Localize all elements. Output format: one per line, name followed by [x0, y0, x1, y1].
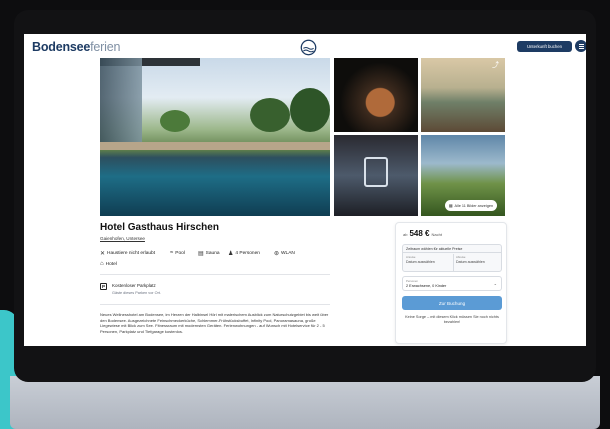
guests-label: Personen	[406, 279, 418, 283]
parking-title: Kostenloser Parkplatz	[112, 283, 156, 288]
grid-icon: ▦	[448, 204, 453, 208]
hotel-title: Hotel Gasthaus Hirschen	[100, 222, 219, 233]
feature-label: Pool	[175, 250, 185, 256]
hotel-location-link[interactable]: Gaienhofen, Untersee	[100, 236, 145, 241]
hotel-icon: ⌂	[100, 261, 104, 267]
feature-item: ✕ Haustiere nicht erlaubt	[100, 250, 155, 257]
departure-value: Datum auswählen	[456, 260, 485, 264]
price-prefix: ab	[403, 232, 408, 237]
logo-part-1: Bodensee	[32, 40, 91, 54]
show-all-photos-button[interactable]: ▦ Alle 11 Bilder anzeigen	[445, 200, 497, 211]
gallery-photo-terrace[interactable]: ⤴	[421, 58, 505, 132]
gallery-photo-bathroom[interactable]	[334, 135, 418, 216]
gallery-photo-food[interactable]	[334, 58, 418, 132]
feature-label: 4 Personen	[235, 251, 260, 256]
book-accommodation-button[interactable]: Unterkunft buchen	[517, 41, 572, 52]
feature-item: ♟ 4 Personen	[228, 250, 260, 257]
feature-item: ▤ Sauna	[198, 250, 220, 257]
pool-icon: ≈	[170, 250, 174, 256]
price-unit: Nacht	[431, 232, 442, 237]
feature-item: ⊛ WLAN	[274, 250, 295, 257]
hotel-description: Neues Wellnesshotel am Bodensee, im Herz…	[100, 312, 329, 334]
share-icon[interactable]: ⤴	[492, 62, 500, 70]
departure-label: Abreise	[456, 255, 466, 259]
feature-item: ⌂ Hotel	[100, 261, 117, 267]
no-pets-icon: ✕	[100, 251, 106, 257]
site-header: Bodenseeferien Unterkunft buchen	[24, 34, 586, 60]
photo-gallery: ⤴ ▦ Alle 11 Bilder anzeigen	[100, 58, 530, 216]
wave-logo-icon[interactable]	[300, 39, 317, 56]
guests-value: 2 Erwachsene, 0 Kinder	[406, 284, 447, 288]
wifi-icon: ⊛	[274, 251, 280, 257]
date-picker-header: Zeitraum wählen für aktuelle Preise	[403, 245, 501, 253]
website-screen: Bodenseeferien Unterkunft buchen ⤴ ▦ All…	[24, 34, 586, 346]
booking-card: ab 548 € Nacht Zeitraum wählen für aktue…	[395, 222, 507, 344]
feature-label: Haustiere nicht erlaubt	[107, 251, 156, 256]
booking-note: Keine Sorge – mit diesem Klick müssen Si…	[405, 315, 499, 325]
feature-item: ≈ Pool	[170, 250, 185, 256]
site-logo[interactable]: Bodenseeferien	[32, 40, 120, 54]
divider	[100, 274, 330, 275]
departure-date-field[interactable]: Abreise Datum auswählen	[453, 255, 503, 264]
parking-icon: P	[100, 283, 107, 290]
price-row: ab 548 € Nacht	[403, 229, 442, 238]
parking-subtitle: Gäste dieses Parken vor Ort.	[112, 291, 161, 295]
date-picker[interactable]: Zeitraum wählen für aktuelle Preise Anre…	[402, 244, 502, 272]
sauna-icon: ▤	[198, 251, 204, 257]
arrival-value: Datum auswählen	[406, 260, 435, 264]
feature-label: Hotel	[105, 261, 117, 267]
arrival-date-field[interactable]: Anreise Datum auswählen	[403, 255, 453, 264]
booking-button[interactable]: Zur Buchung	[402, 296, 502, 310]
persons-icon: ♟	[228, 251, 234, 257]
laptop-base	[10, 376, 600, 429]
gallery-main-photo[interactable]	[100, 58, 330, 216]
menu-icon[interactable]	[575, 40, 586, 52]
feature-label: Sauna	[205, 251, 220, 256]
feature-label: WLAN	[281, 251, 295, 256]
logo-part-2: ferien	[90, 40, 121, 54]
show-all-photos-label: Alle 11 Bilder anzeigen	[454, 203, 494, 208]
guests-select[interactable]: Personen 2 Erwachsene, 0 Kinder ⌄	[402, 276, 502, 291]
price-value: 548 €	[409, 229, 430, 238]
chevron-down-icon: ⌄	[493, 281, 497, 286]
divider	[100, 304, 330, 305]
arrival-label: Anreise	[406, 255, 416, 259]
